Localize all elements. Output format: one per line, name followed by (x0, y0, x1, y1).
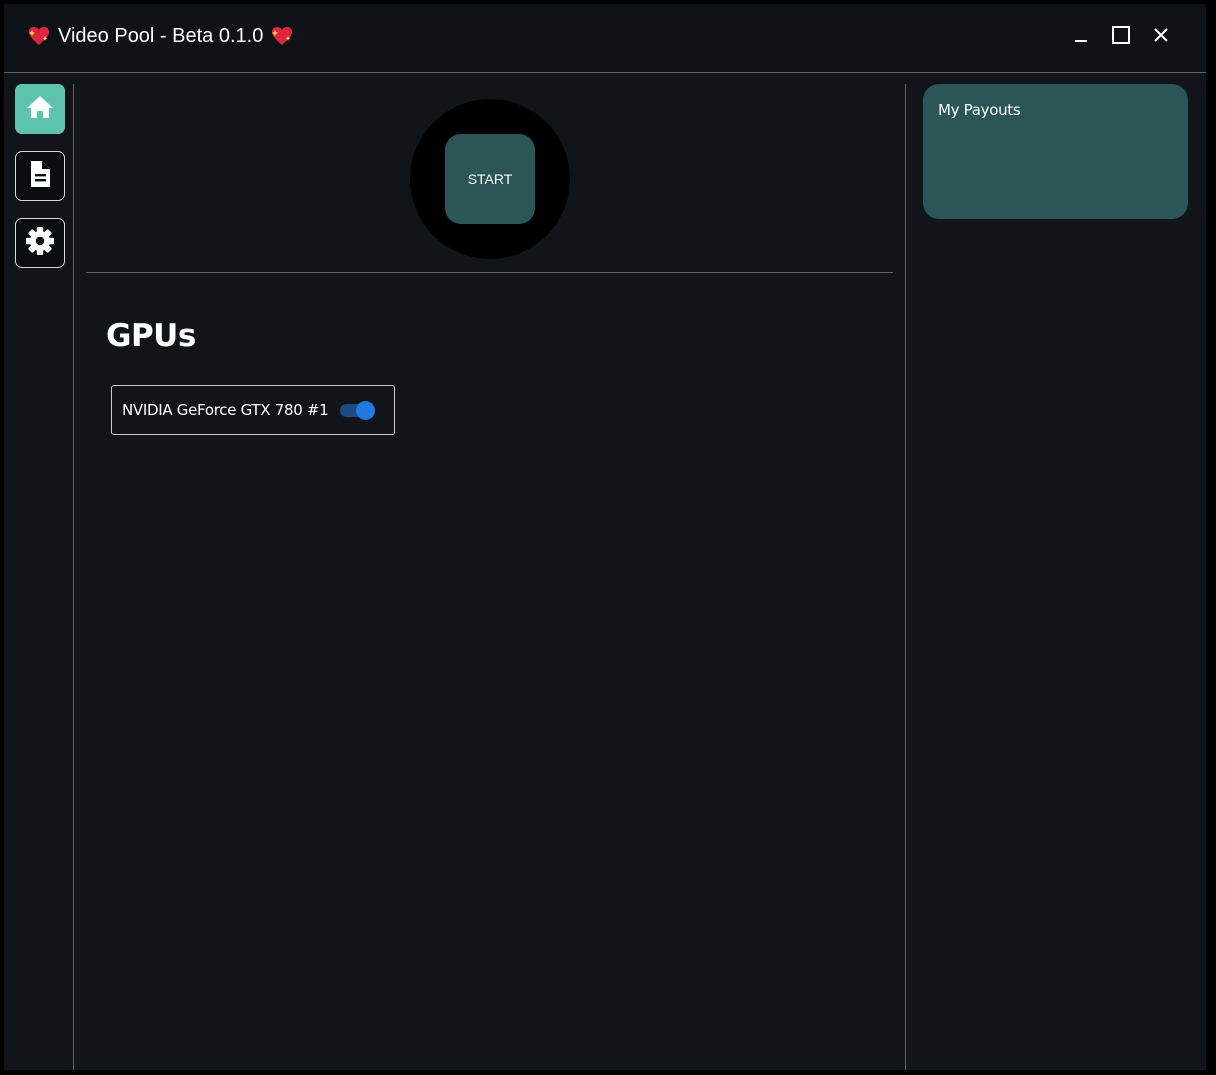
title-bar-divider (4, 72, 1206, 73)
sidebar-item-documents[interactable] (15, 151, 65, 201)
window-title: Video Pool - Beta 0.1.0 (28, 23, 293, 49)
document-icon (29, 160, 51, 193)
gpu-enable-toggle[interactable] (338, 401, 378, 420)
payouts-title: My Payouts (938, 101, 1021, 119)
sidebar-item-home[interactable] (15, 84, 65, 134)
home-icon (26, 95, 54, 124)
maximize-icon (1112, 25, 1130, 49)
payouts-card: My Payouts (923, 84, 1188, 219)
gpu-card: NVIDIA GeForce GTX 780 #1 (111, 385, 395, 435)
minimize-button[interactable] (1068, 24, 1094, 50)
title-bar[interactable]: Video Pool - Beta 0.1.0 (4, 4, 1206, 72)
sparkling-heart-icon (28, 26, 50, 46)
sparkling-heart-icon (271, 26, 293, 46)
gpus-heading: GPUs (106, 318, 196, 354)
toggle-knob (356, 401, 375, 420)
window-title-text: Video Pool - Beta 0.1.0 (58, 24, 264, 47)
right-panel-divider (905, 84, 906, 1070)
sidebar-item-settings[interactable] (15, 218, 65, 268)
minimize-icon (1073, 27, 1089, 48)
close-icon (1153, 27, 1169, 48)
gpu-name: NVIDIA GeForce GTX 780 #1 (122, 401, 329, 419)
gear-icon (25, 226, 55, 261)
start-button[interactable]: START (445, 134, 535, 224)
main-divider (86, 272, 893, 273)
close-button[interactable] (1148, 24, 1174, 50)
sidebar-divider (73, 84, 74, 1070)
app-window: Video Pool - Beta 0.1.0 START GPUs NVIDI… (4, 4, 1206, 1070)
maximize-button[interactable] (1108, 24, 1134, 50)
